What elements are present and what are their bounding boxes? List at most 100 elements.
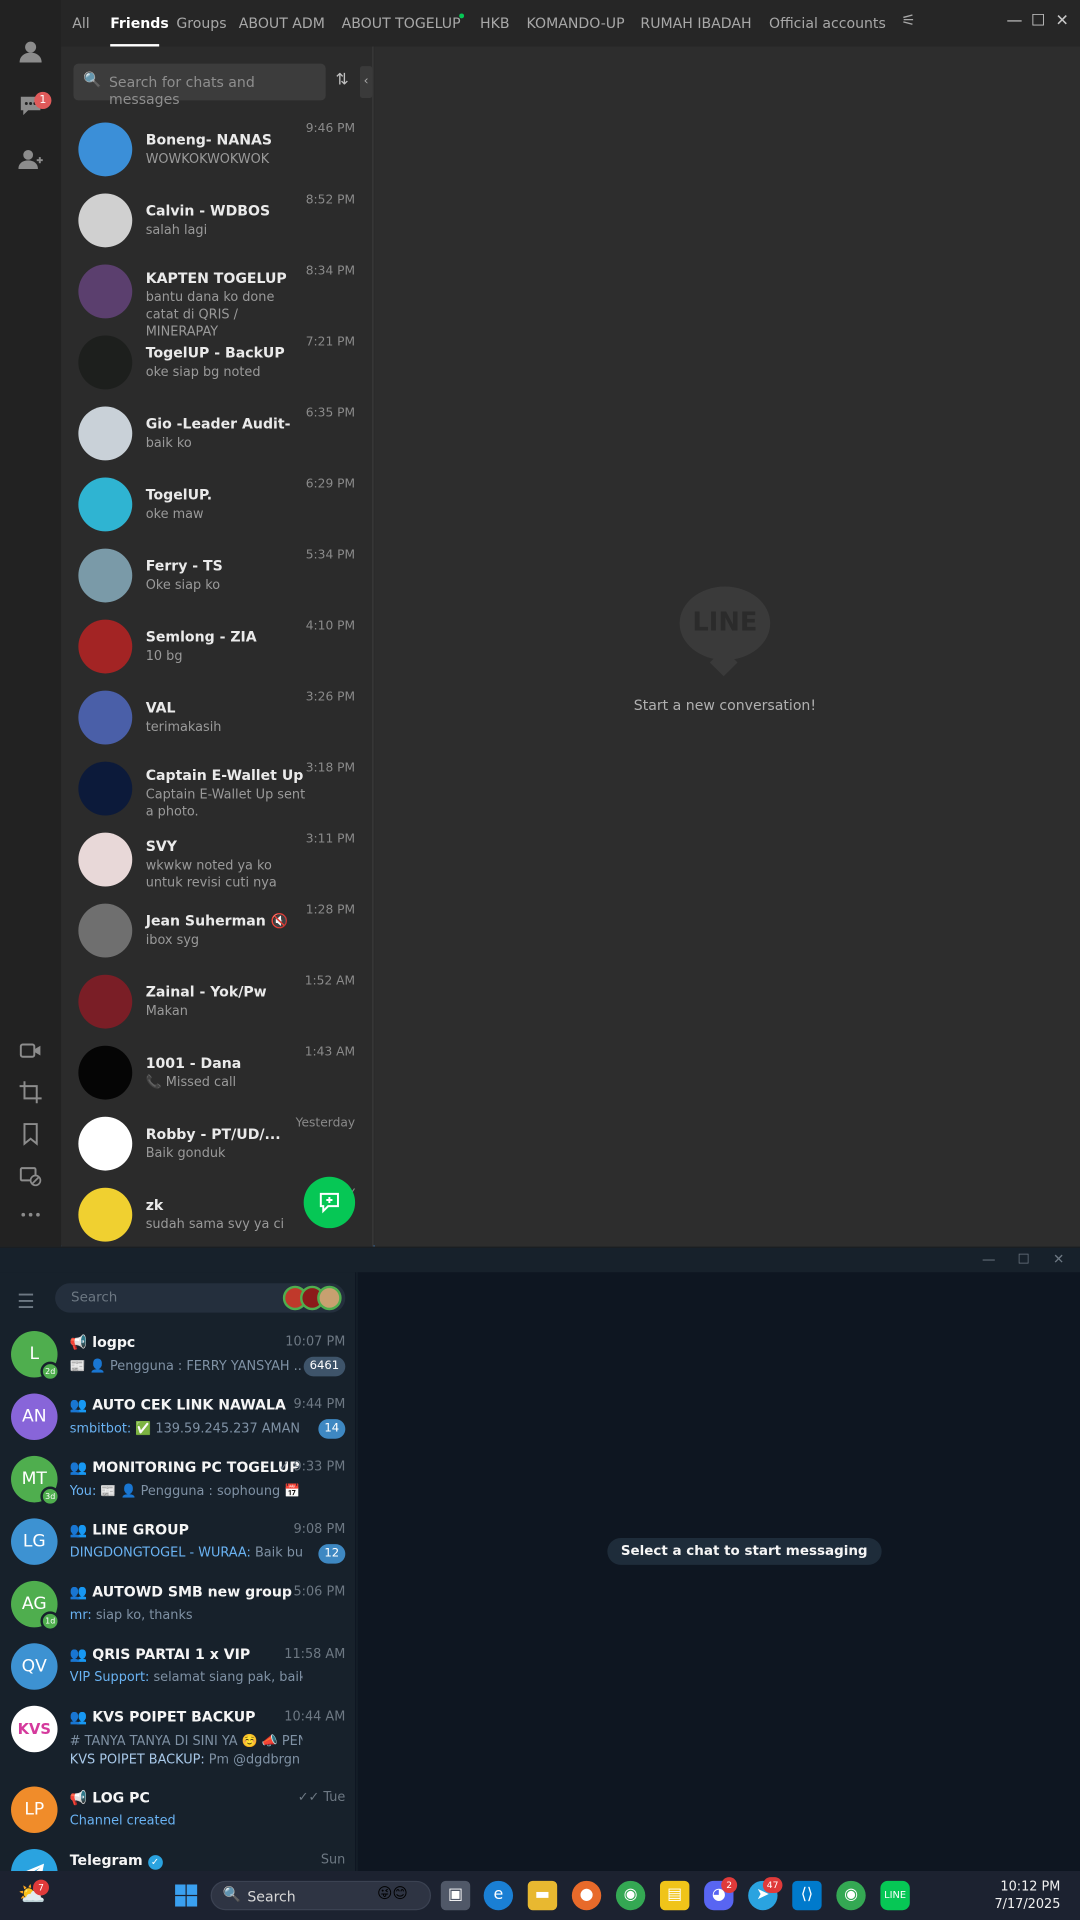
chat-list-item[interactable]: LG 👥 LINE GROUP 9:08 PM DINGDONGTOGEL - WUR… — [0, 1511, 356, 1573]
chat-list-item[interactable]: L 📢 logpc 10:07 PM 📰 👤 Pengguna : FERRY YAN… — [0, 1324, 356, 1386]
chat-list-item[interactable]: KVS 👥 KVS POIPET BACKUP 10:44 AM # TANYA TA… — [0, 1698, 356, 1779]
collapse-panel-icon[interactable]: ‹ — [360, 66, 373, 98]
chat-list-item[interactable]: Robby - PT/UD/... Baik gonduk Yesterday — [61, 1109, 373, 1180]
chat-list-item[interactable]: AN 👥 AUTO CEK LINK NAWALA 9:44 PM smbitbot:… — [0, 1386, 356, 1448]
chat-time: 9:46 PM — [305, 122, 356, 136]
sort-icon[interactable]: ⇅ — [336, 71, 349, 89]
tab-about-adm[interactable]: ABOUT ADM — [239, 15, 325, 32]
chat-list-item[interactable]: Calvin - WDBOS salah lagi 8:52 PM — [61, 186, 373, 257]
hamburger-menu-icon[interactable]: ☰ — [17, 1289, 35, 1312]
video-call-icon[interactable] — [16, 1038, 45, 1067]
minimize-icon[interactable]: — — [982, 1251, 995, 1267]
chat-list-item[interactable]: AG 👥 AUTOWD SMB new group 5:06 PM mr: siap … — [0, 1573, 356, 1635]
chat-list-item[interactable]: TogelUP. oke maw 6:29 PM — [61, 470, 373, 541]
tab-hkb[interactable]: HKB — [480, 15, 509, 32]
edge-browser-icon[interactable]: e — [483, 1880, 514, 1911]
tab-komando-up[interactable]: KOMANDO-UP — [527, 15, 625, 32]
chat-list-item[interactable]: TogelUP - BackUP oke siap bg noted 7:21 PM — [61, 328, 373, 399]
chat-list-item[interactable]: Gio -Leader Audit-baik ko 6:35 PM — [61, 399, 373, 470]
story-avatar[interactable] — [317, 1285, 342, 1311]
logo-avatar — [78, 335, 133, 390]
bw-portrait-avatar — [78, 193, 133, 248]
mute-notifications-icon[interactable] — [16, 1163, 45, 1192]
close-icon[interactable]: ✕ — [1053, 1251, 1064, 1267]
chat-list-item[interactable]: Semlong - ZIA 10 bg 4:10 PM — [61, 612, 373, 683]
chat-list-item[interactable]: VAL terimakasih 3:26 PM — [61, 683, 373, 754]
stories-avatars[interactable] — [282, 1285, 344, 1311]
sticky-notes-icon[interactable]: ▤ — [660, 1880, 690, 1911]
telegram-search-input[interactable]: Search — [55, 1283, 346, 1313]
chat-name-text: Telegram — [69, 1851, 143, 1869]
chat-preview: Captain E-Wallet Up sent a photo. — [145, 787, 306, 820]
cartoon-avatar — [78, 548, 133, 603]
line-sidebar-rail: 1 — [0, 0, 62, 1247]
profile-icon[interactable] — [16, 39, 45, 68]
tab-rumah-ibadah[interactable]: RUMAH IBADAH — [640, 15, 751, 32]
avatar-status-badge: 1d — [40, 1611, 60, 1632]
chat-time: 10:07 PM — [285, 1334, 346, 1350]
line-app-icon[interactable]: LINE — [880, 1880, 910, 1911]
chat-preview: Channel created — [70, 1813, 303, 1828]
system-clock[interactable]: 10:12 PM 7/17/2025 — [994, 1878, 1060, 1912]
chat-time: 9:08 PM — [293, 1522, 346, 1537]
windows-start-icon[interactable] — [171, 1881, 200, 1910]
chat-list-item[interactable]: QV 👥 QRIS PARTAI 1 x VIP 11:58 AM VIP Suppo… — [0, 1636, 356, 1698]
hooded-avatar — [78, 761, 133, 816]
chat-list-item[interactable]: LP 📢 LOG PC ✓✓ Tue Channel created — [0, 1779, 356, 1841]
chat-list-item[interactable]: Boneng- NANAS WOWKOKWOKWOK 9:46 PM — [61, 115, 373, 186]
chat-preview: terimakasih — [145, 720, 222, 735]
verified-icon: ✓ — [147, 1855, 163, 1870]
telegram-badge: 47 — [762, 1877, 783, 1894]
more-options-icon[interactable] — [16, 1202, 45, 1231]
chat-preview: DINGDONGTOGEL - WURAA: Baik bu, ter... — [70, 1545, 303, 1560]
tab-all[interactable]: All — [72, 15, 89, 32]
chat-list-item[interactable]: 1001 - Dana 📞 Missed call 1:43 AM — [61, 1038, 373, 1109]
chat-list-item[interactable]: Captain E-Wallet Up Captain E-Wallet Up s… — [61, 754, 373, 825]
maximize-icon[interactable]: ☐ — [1018, 1251, 1030, 1267]
maximize-icon[interactable]: ☐ — [1031, 12, 1045, 30]
close-icon[interactable]: ✕ — [1056, 12, 1069, 30]
screenshot-crop-icon[interactable] — [16, 1080, 45, 1109]
new-chat-button[interactable] — [303, 1176, 356, 1229]
tab-about-togelup[interactable]: ABOUT TOGELUP — [342, 15, 461, 32]
search-icon: 🔍 — [222, 1885, 242, 1903]
taskbar-search-input[interactable]: 🔍 Search 😜😊 — [210, 1880, 432, 1911]
group-icon: 👥 — [69, 1645, 93, 1663]
chat-list-item[interactable]: Ferry - TS Oke siap ko 5:34 PM — [61, 541, 373, 612]
group-icon: 👥 — [69, 1458, 93, 1476]
chat-list-item[interactable]: KAPTEN TOGELUP bantu dana ko done catat d… — [61, 257, 373, 339]
file-explorer-icon[interactable]: ▬ — [527, 1880, 558, 1911]
chat-list-item[interactable]: SVY wkwkw noted ya ko untuk revisi cuti n… — [61, 825, 373, 896]
task-view-icon[interactable]: ▣ — [440, 1880, 471, 1911]
chat-list-item[interactable]: Zainal - Yok/Pw Makan 1:52 AM — [61, 967, 373, 1038]
add-friend-icon[interactable] — [16, 147, 45, 176]
tab-groups[interactable]: Groups — [176, 15, 226, 32]
chat-time: 3:18 PM — [305, 761, 356, 776]
chat-name: Boneng- NANAS — [145, 131, 273, 149]
keep-bookmark-icon[interactable] — [16, 1122, 45, 1151]
july-avatar — [78, 1045, 133, 1100]
chat-list-item[interactable]: Jean Suherman 🔇 ibox syg 1:28 PM — [61, 896, 373, 967]
minimize-icon[interactable]: — — [1007, 12, 1023, 30]
tab-friends[interactable]: Friends — [110, 15, 169, 32]
line-search-input[interactable]: 🔍 Search for chats and messages — [73, 63, 326, 108]
tab-settings-icon[interactable]: ⚟ — [901, 12, 915, 30]
chat-list-item[interactable]: MT 👥 MONITORING PC TOGELUP ✓ 9:33 PM You: 📰… — [0, 1449, 356, 1511]
vscode-icon[interactable]: ⟨⟩ — [792, 1880, 822, 1911]
line-conversation-area: LINE Start a new conversation! — [374, 46, 1080, 1247]
chat-name: VAL — [145, 699, 176, 717]
unread-count-badge: 14 — [318, 1419, 346, 1439]
chat-time: 9:44 PM — [293, 1397, 346, 1412]
chrome-profile-icon[interactable]: ◉ — [615, 1880, 646, 1911]
chat-time: 1:52 AM — [304, 974, 356, 989]
chat-preview: 10 bg — [145, 648, 183, 664]
duck-avatar — [78, 1187, 133, 1242]
group-icon: 👥 — [69, 1583, 93, 1601]
chat-name: Captain E-Wallet Up — [145, 766, 304, 784]
firefox-icon[interactable]: ● — [571, 1880, 602, 1911]
chat-preview-text: Pm @dgdbrgn — [208, 1752, 301, 1767]
tab-official-accounts[interactable]: Official accounts — [769, 15, 886, 32]
chat-sender: You: — [69, 1484, 101, 1499]
channel-icon: 📢 — [69, 1788, 93, 1807]
chrome-icon[interactable]: ◉ — [836, 1880, 866, 1911]
